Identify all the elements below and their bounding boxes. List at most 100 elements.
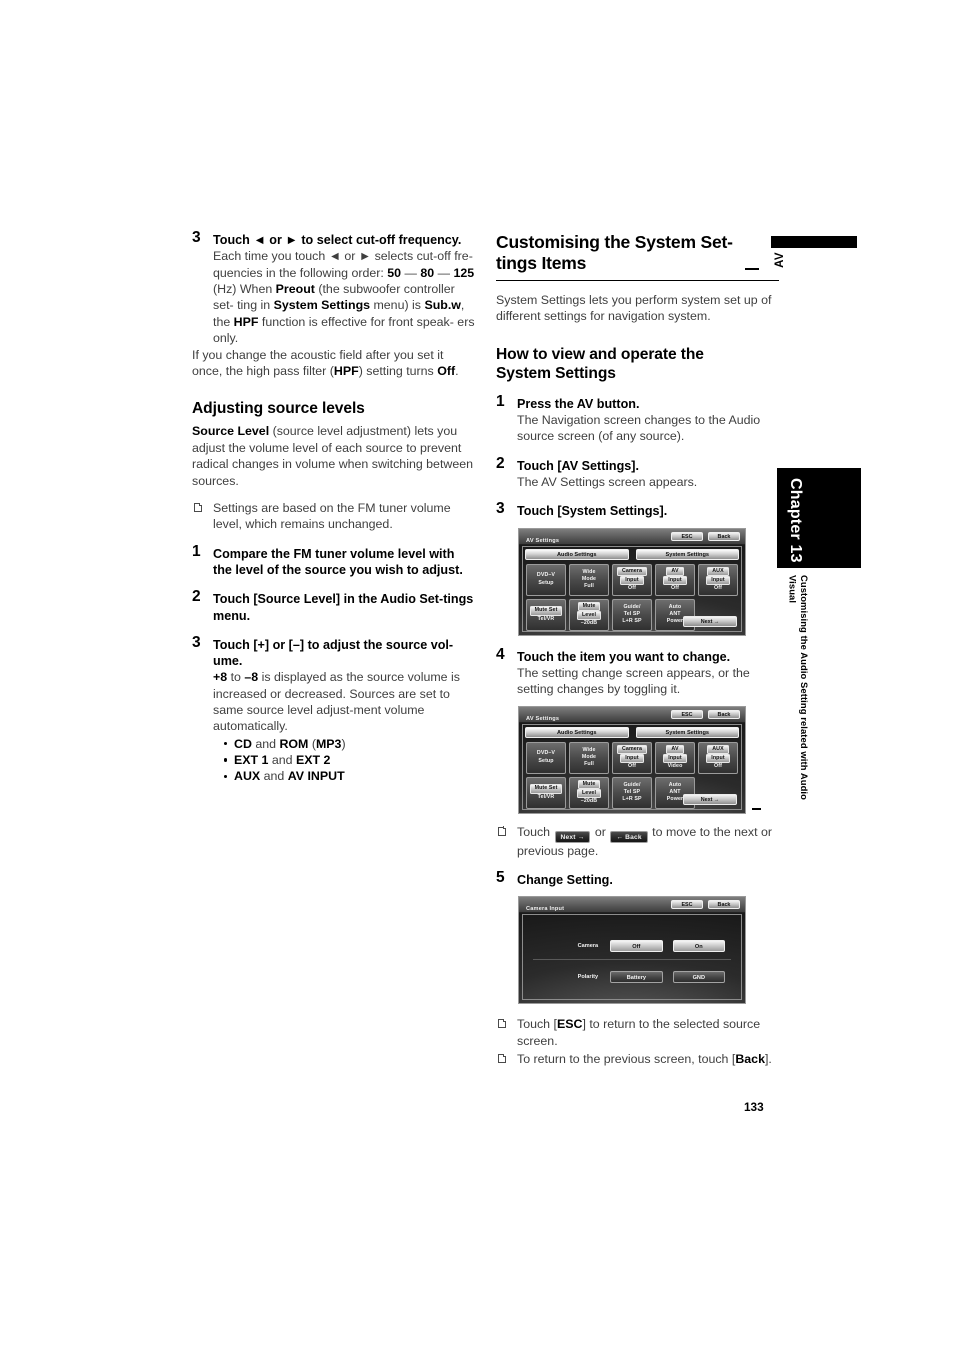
cell-line: Input <box>706 754 730 764</box>
source-b: EXT 2 <box>296 752 331 767</box>
back-button[interactable]: Back <box>708 709 740 719</box>
text: ]. <box>764 1052 772 1067</box>
system-settings-term: System Settings <box>273 298 371 313</box>
next-button-glyph: Next → <box>554 830 591 843</box>
cell-mute-set[interactable]: Mute Set Tel/VR <box>526 598 566 631</box>
list-item: AUX and AV INPUT <box>224 768 475 784</box>
note-marker-icon <box>498 1053 507 1064</box>
note-text: Touch Next → or ← Back to move to the ne… <box>517 825 772 858</box>
cell-line: Guide/ <box>623 781 641 788</box>
cell-camera-input[interactable]: Camera Input Off <box>612 563 652 596</box>
step-lead: Touch ◄ or ► to select cut-off frequency… <box>213 233 462 247</box>
cell-line: Input <box>663 576 687 586</box>
back-button-glyph: ← Back <box>610 830 648 843</box>
cell-line: Guide/ <box>623 603 641 610</box>
next-page-button[interactable]: Next → <box>683 793 737 805</box>
next-page-button[interactable]: Next → <box>683 615 737 627</box>
source-a: EXT 1 <box>234 752 269 767</box>
tab-system-settings[interactable]: System Settings <box>635 726 739 738</box>
source-format: MP3 <box>315 736 342 751</box>
cell-camera-input[interactable]: Camera Input Off <box>612 741 652 774</box>
cell-av-input[interactable]: AV Input Off <box>655 563 695 596</box>
title-rule <box>496 280 779 281</box>
note-page-navigation: Touch Next → or ← Back to move to the ne… <box>496 824 779 859</box>
cell-line: DVD–V <box>536 750 556 757</box>
source-a: CD <box>234 736 252 751</box>
text: When <box>239 282 276 297</box>
cell-line: ANT <box>669 611 681 618</box>
freq-unit: (Hz) <box>213 282 237 297</box>
off-term: Off <box>437 364 456 379</box>
source-a: AUX <box>234 769 261 784</box>
text: ) setting turns <box>358 364 438 379</box>
cell-mute-level[interactable]: Mute Level –20dB <box>569 598 609 631</box>
cell-mute-level[interactable]: Mute Level –20dB <box>569 776 609 809</box>
cell-line: Tel SP <box>623 789 641 796</box>
tab-system-settings[interactable]: System Settings <box>635 548 739 560</box>
cell-guide-tel-sp[interactable]: Guide/Tel SP L+R SP <box>612 598 652 631</box>
step-number: 4 <box>496 645 505 663</box>
cell-value: Off <box>714 585 722 592</box>
hpf-term: HPF <box>233 314 259 329</box>
cell-value: Tel/VR <box>537 615 555 622</box>
cell-guide-tel-sp[interactable]: Guide/Tel SP L+R SP <box>612 776 652 809</box>
esc-button[interactable]: ESC <box>671 709 703 719</box>
manual-page: 3 Touch ◄ or ► to select cut-off frequen… <box>0 0 954 1351</box>
cell-dvdv-setup[interactable]: DVD–V Setup <box>526 563 566 596</box>
cell-line: DVD–V <box>536 572 556 579</box>
tab-audio-settings[interactable]: Audio Settings <box>525 726 629 738</box>
step-body: The setting change screen appears, or th… <box>517 665 750 697</box>
camera-off-button[interactable]: Off <box>610 940 663 953</box>
source-b: AV INPUT <box>287 769 345 784</box>
cell-line: Wide <box>582 746 596 753</box>
cell-value: –20dB <box>580 620 598 627</box>
text: and <box>268 752 296 767</box>
cell-line: Mute Set <box>529 606 563 616</box>
cell-line: Setup <box>538 757 554 764</box>
cell-mute-set[interactable]: Mute Set Tel/VR <box>526 776 566 809</box>
back-button[interactable]: Back <box>708 531 740 541</box>
left-column: 3 Touch ◄ or ► to select cut-off frequen… <box>192 229 475 785</box>
polarity-row: Polarity Battery GND <box>529 969 735 985</box>
text: to <box>227 670 245 685</box>
cell-dvdv-setup[interactable]: DVD–V Setup <box>526 741 566 774</box>
cell-aux-input[interactable]: AUX Input Off <box>698 563 738 596</box>
freq-125: 125 <box>453 265 475 280</box>
camera-on-button[interactable]: On <box>672 940 725 953</box>
step-number: 2 <box>192 588 201 606</box>
title-line-1: Customising the System Set- <box>496 232 733 252</box>
cell-line: AV <box>666 744 684 755</box>
note-text: To return to the previous screen, touch … <box>517 1052 772 1066</box>
line: quencies in the following order: <box>213 265 384 280</box>
cell-aux-input[interactable]: AUX Input Off <box>698 741 738 774</box>
step-number: 2 <box>496 454 505 472</box>
cell-line: AUX <box>707 566 729 577</box>
cell-av-input[interactable]: AV Input Video <box>655 741 695 774</box>
step-1-press-av: 1 Press the AV button. The Navigation sc… <box>496 393 779 445</box>
source-pairs-list: CD and ROM (MP3) EXT 1 and EXT 2 AUX and… <box>213 736 475 785</box>
cell-line: ANT <box>669 789 681 796</box>
esc-button[interactable]: ESC <box>671 900 703 910</box>
settings-tabs: Audio Settings System Settings <box>525 548 739 560</box>
back-term: Back <box>735 1052 765 1067</box>
cell-line: AUX <box>707 744 729 755</box>
tab-audio-settings[interactable]: Audio Settings <box>525 548 629 560</box>
step-lead: Press the AV button. <box>517 396 640 411</box>
polarity-battery-button[interactable]: Battery <box>610 971 663 984</box>
section-intro: System Settings lets you perform system … <box>496 293 772 324</box>
cell-line: Mute Set <box>529 784 563 794</box>
text: and <box>260 769 288 784</box>
cell-wide-mode[interactable]: Wide Mode Full <box>569 563 609 596</box>
cell-value: L+R SP <box>622 618 642 625</box>
cutoff-trailing-paragraph: If you change the acoustic field after y… <box>192 347 475 380</box>
esc-button[interactable]: ESC <box>671 531 703 541</box>
polarity-gnd-button[interactable]: GND <box>672 971 725 984</box>
text: once, the high pass filter ( <box>192 364 334 379</box>
camera-label: Camera <box>577 943 599 950</box>
cell-wide-mode[interactable]: Wide Mode Full <box>569 741 609 774</box>
text: If you change the acoustic field after y… <box>192 347 444 362</box>
step-2-touch-source-level: 2 Touch [Source Level] in the Audio Set-… <box>192 588 475 623</box>
step-lead: Touch [System Settings]. <box>517 504 668 519</box>
av-tick-rule <box>745 268 759 270</box>
back-button[interactable]: Back <box>708 900 740 910</box>
